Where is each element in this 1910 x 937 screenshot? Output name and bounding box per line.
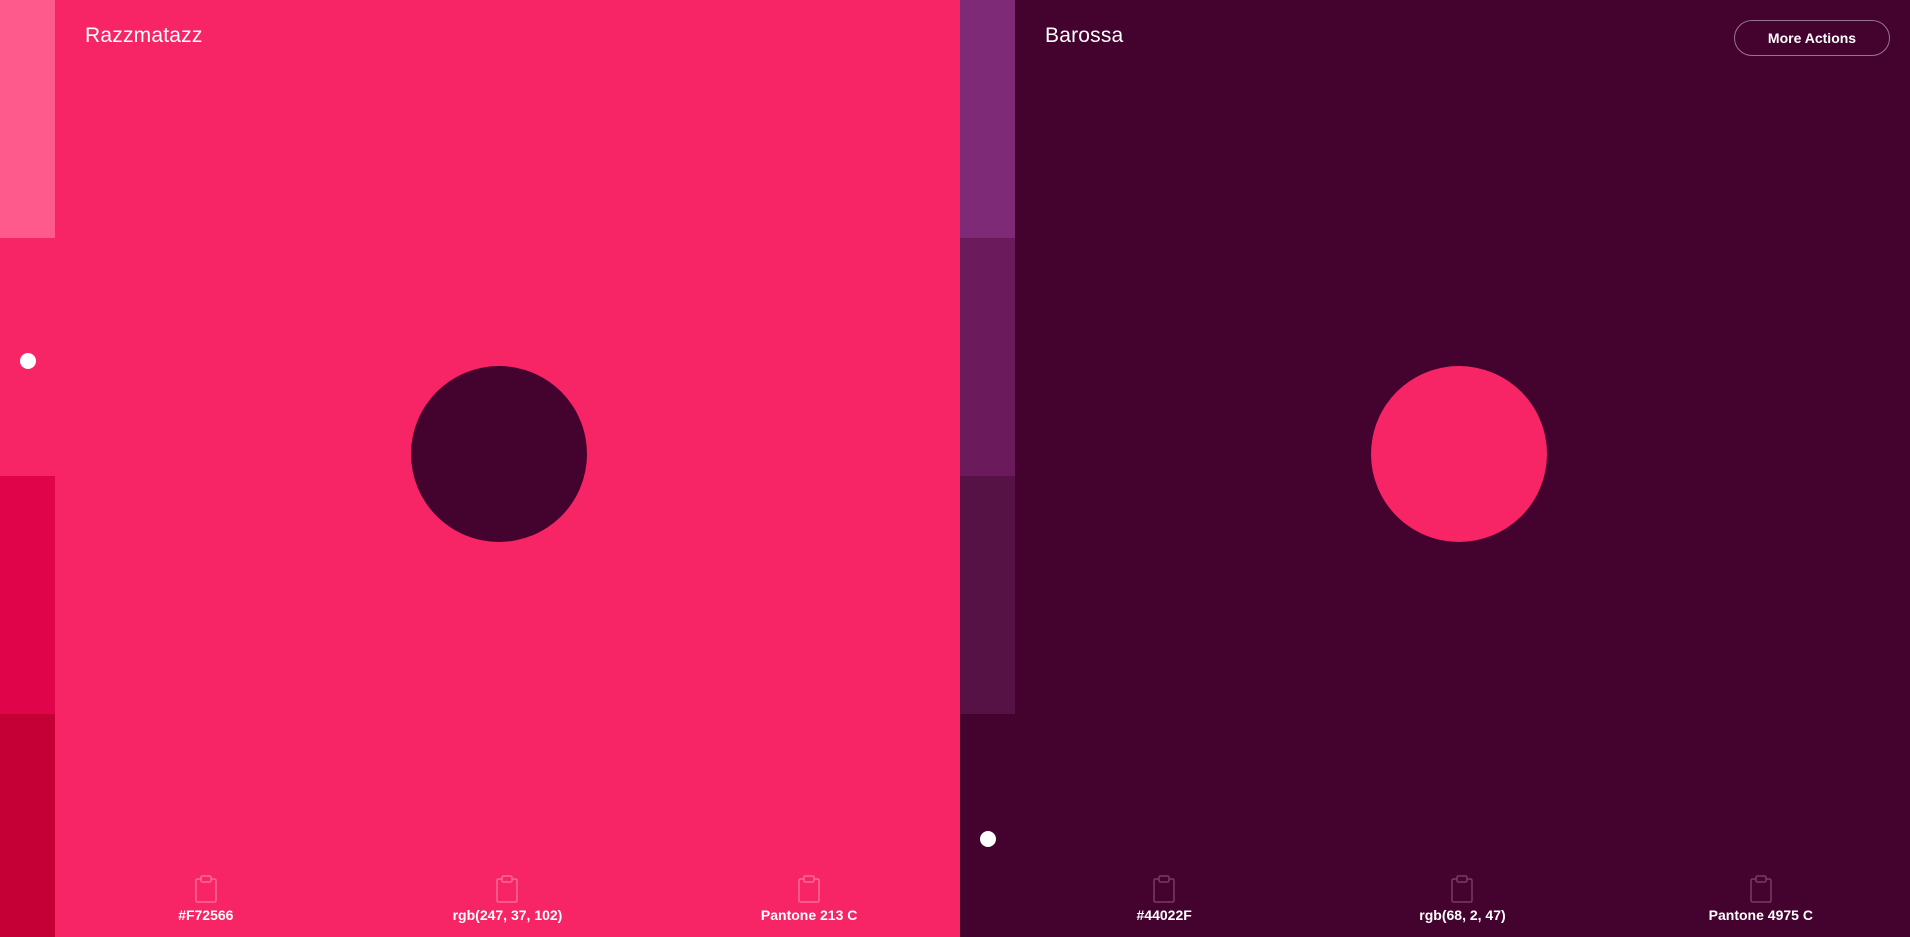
rgb-code: rgb(247, 37, 102) bbox=[452, 907, 563, 923]
clipboard-icon bbox=[1451, 875, 1474, 903]
shade-swatch[interactable] bbox=[960, 476, 1015, 714]
color-name: Barossa bbox=[1045, 24, 1124, 47]
shade-swatch[interactable] bbox=[960, 238, 1015, 476]
shade-swatch-strip bbox=[960, 0, 1015, 937]
shade-swatch-selected[interactable] bbox=[960, 714, 1015, 937]
clipboard-icon bbox=[1153, 875, 1175, 903]
color-codes: #44022F rgb(68, 2, 47) Pantone 4975 C bbox=[1015, 875, 1910, 923]
shade-swatch[interactable] bbox=[0, 476, 55, 714]
selected-indicator bbox=[980, 831, 996, 847]
shade-swatch-selected[interactable] bbox=[0, 238, 55, 476]
copy-rgb-button[interactable]: rgb(247, 37, 102) bbox=[387, 875, 627, 923]
more-actions-button[interactable]: More Actions bbox=[1734, 20, 1890, 56]
clipboard-icon bbox=[798, 875, 820, 903]
copy-hex-button[interactable]: #F72566 bbox=[86, 875, 326, 923]
copy-rgb-button[interactable]: rgb(68, 2, 47) bbox=[1342, 875, 1582, 923]
shade-swatch[interactable] bbox=[0, 0, 55, 238]
pantone-code: Pantone 4975 C bbox=[1708, 907, 1813, 923]
shade-swatch[interactable] bbox=[0, 714, 55, 937]
color-panel-barossa: Barossa More Actions #44022F rgb(68, 2, … bbox=[960, 0, 1910, 937]
clipboard-icon bbox=[496, 875, 519, 903]
hex-code: #44022F bbox=[1136, 907, 1192, 923]
copy-pantone-button[interactable]: Pantone 213 C bbox=[689, 875, 929, 923]
clipboard-icon bbox=[195, 875, 217, 903]
shade-swatch[interactable] bbox=[960, 0, 1015, 238]
pantone-code: Pantone 213 C bbox=[760, 907, 858, 923]
color-codes: #F72566 rgb(247, 37, 102) Pantone 213 C bbox=[55, 875, 960, 923]
copy-pantone-button[interactable]: Pantone 4975 C bbox=[1641, 875, 1881, 923]
selected-indicator bbox=[20, 353, 36, 369]
rgb-code: rgb(68, 2, 47) bbox=[1419, 907, 1506, 923]
shade-swatch-strip bbox=[0, 0, 55, 937]
hex-code: #F72566 bbox=[178, 907, 234, 923]
contrast-preview-circle bbox=[411, 366, 587, 542]
contrast-preview-circle bbox=[1371, 366, 1547, 542]
color-panel-razzmatazz: Razzmatazz #F72566 rgb(247, 37, 102) Pan… bbox=[0, 0, 960, 937]
copy-hex-button[interactable]: #44022F bbox=[1044, 875, 1284, 923]
palette-view: Razzmatazz #F72566 rgb(247, 37, 102) Pan… bbox=[0, 0, 1910, 937]
color-name: Razzmatazz bbox=[85, 24, 203, 47]
clipboard-icon bbox=[1750, 875, 1772, 903]
